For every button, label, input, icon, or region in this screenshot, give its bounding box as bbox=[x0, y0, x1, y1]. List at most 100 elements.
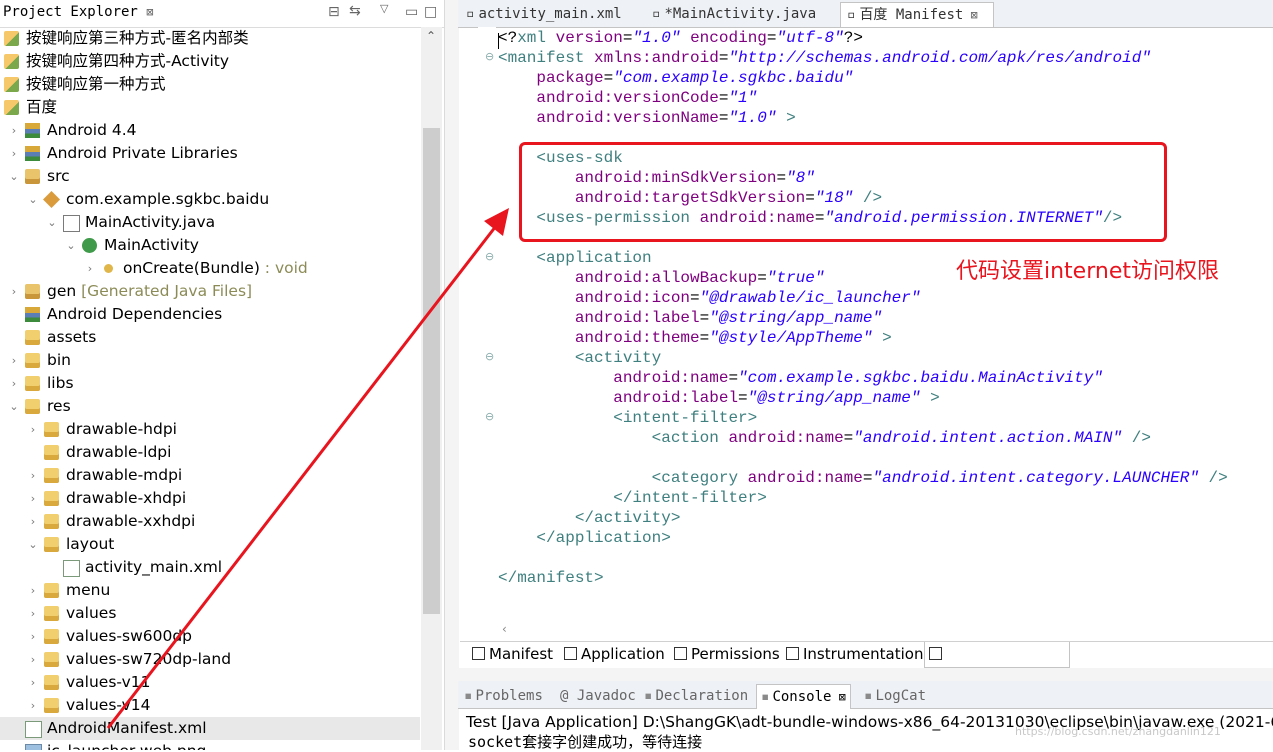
fold-icon[interactable]: ⊖ bbox=[485, 50, 494, 63]
collapsed-twisty-icon[interactable]: › bbox=[27, 487, 39, 510]
folder-icon bbox=[44, 698, 59, 713]
tree-item[interactable]: 百度 bbox=[0, 96, 420, 119]
expanded-twisty-icon[interactable]: ⌄ bbox=[65, 234, 77, 257]
tree-item[interactable]: › values-v14 bbox=[0, 694, 420, 717]
code-line: android:icon="@drawable/ic_launcher" bbox=[498, 288, 921, 308]
project-explorer-title[interactable]: Project Explorer ⊠ bbox=[3, 4, 154, 20]
tree-item[interactable]: › Android 4.4 bbox=[0, 119, 420, 142]
expanded-twisty-icon[interactable]: ⌄ bbox=[27, 533, 39, 556]
tree-item[interactable]: assets bbox=[0, 326, 420, 349]
console-tab[interactable]: ▪ Problems bbox=[464, 684, 543, 708]
tree-item[interactable]: drawable-ldpi bbox=[0, 441, 420, 464]
tree-item[interactable]: › values-sw720dp-land bbox=[0, 648, 420, 671]
manifest-tab[interactable]: AndroidManifest.xml bbox=[924, 642, 1083, 688]
tree-item[interactable]: ⌄ layout bbox=[0, 533, 420, 556]
tree-item-label: gen [Generated Java Files] bbox=[47, 282, 253, 300]
collapsed-twisty-icon[interactable]: › bbox=[8, 349, 20, 372]
close-icon[interactable]: ⊠ bbox=[963, 8, 978, 22]
editor-tab[interactable]: ▫ activity_main.xml bbox=[460, 2, 642, 26]
collapsed-twisty-icon[interactable]: › bbox=[8, 119, 20, 142]
tree-item[interactable]: › bin bbox=[0, 349, 420, 372]
collapsed-twisty-icon[interactable]: › bbox=[27, 418, 39, 441]
tree-item[interactable]: 按键响应第四种方式-Activity bbox=[0, 50, 420, 73]
tree-item-suffix: [Generated Java Files] bbox=[76, 282, 253, 300]
collapsed-twisty-icon[interactable]: › bbox=[27, 625, 39, 648]
fold-icon[interactable]: ⊖ bbox=[485, 410, 494, 423]
collapse-all-icon[interactable]: ⊟ bbox=[328, 4, 340, 20]
code-editor[interactable]: <?xml version="1.0" encoding="utf-8"?> <m… bbox=[498, 27, 1273, 622]
fold-icon[interactable]: ⊖ bbox=[485, 250, 494, 263]
maximize-icon[interactable]: □ bbox=[424, 4, 437, 20]
tree-item[interactable]: ⌄ src bbox=[0, 165, 420, 188]
code-token: = bbox=[718, 109, 729, 127]
code-token: encoding bbox=[690, 29, 767, 47]
tree-item[interactable]: › menu bbox=[0, 579, 420, 602]
manifest-tab[interactable]: Instrumentation bbox=[782, 642, 924, 667]
tree-item[interactable]: 按键响应第一种方式 bbox=[0, 73, 420, 96]
tree-item[interactable]: ic_launcher-web.png bbox=[0, 740, 420, 750]
tree-item[interactable]: › onCreate(Bundle) : void bbox=[0, 257, 420, 280]
tree-item[interactable]: › values-sw600dp bbox=[0, 625, 420, 648]
scroll-left-icon[interactable]: ‹ bbox=[502, 622, 507, 636]
collapsed-twisty-icon[interactable]: › bbox=[8, 142, 20, 165]
code-line: android:theme="@style/AppTheme" > bbox=[498, 328, 892, 348]
tree-item[interactable]: › values-v11 bbox=[0, 671, 420, 694]
tree-item[interactable]: › drawable-xxhdpi bbox=[0, 510, 420, 533]
collapsed-twisty-icon[interactable]: › bbox=[27, 648, 39, 671]
collapsed-twisty-icon[interactable]: › bbox=[27, 464, 39, 487]
minimize-icon[interactable]: ▭ bbox=[405, 4, 418, 20]
tree-item[interactable]: ⌄ MainActivity bbox=[0, 234, 420, 257]
manifest-tab-icon bbox=[472, 647, 485, 660]
tree-item-label: drawable-ldpi bbox=[66, 443, 172, 461]
console-tab[interactable]: ▪ Declaration bbox=[644, 684, 748, 708]
tree-item[interactable]: › libs bbox=[0, 372, 420, 395]
editor-tab[interactable]: ▫ *MainActivity.java bbox=[646, 2, 842, 26]
expanded-twisty-icon[interactable]: ⌄ bbox=[46, 211, 58, 234]
tree-item[interactable]: › values bbox=[0, 602, 420, 625]
editor-tab[interactable]: ▫ 百度 Manifest ⊠ bbox=[840, 2, 994, 27]
console-tab[interactable]: ▪ LogCat bbox=[864, 684, 926, 708]
panel-divider[interactable] bbox=[444, 0, 459, 750]
collapsed-twisty-icon[interactable]: › bbox=[8, 280, 20, 303]
editor-hscrollbar[interactable]: ‹ bbox=[478, 622, 1273, 640]
tree-item[interactable]: Android Dependencies bbox=[0, 303, 420, 326]
tree-item[interactable]: 按键响应第三种方式-匿名内部类 bbox=[0, 27, 420, 50]
expanded-twisty-icon[interactable]: ⌄ bbox=[27, 188, 39, 211]
expanded-twisty-icon[interactable]: ⌄ bbox=[8, 395, 20, 418]
tree-item[interactable]: › drawable-xhdpi bbox=[0, 487, 420, 510]
console-tab[interactable]: @ Javadoc bbox=[560, 684, 636, 708]
tree-item[interactable]: › Android Private Libraries bbox=[0, 142, 420, 165]
tree-item[interactable]: AndroidManifest.xml bbox=[0, 717, 420, 740]
console-tab[interactable]: ▪ Console ⊠ bbox=[756, 684, 851, 709]
collapsed-twisty-icon[interactable]: › bbox=[84, 257, 96, 280]
manifest-tab[interactable]: Permissions bbox=[670, 642, 786, 667]
collapsed-twisty-icon[interactable]: › bbox=[27, 602, 39, 625]
expanded-twisty-icon[interactable]: ⌄ bbox=[8, 165, 20, 188]
collapsed-twisty-icon[interactable]: › bbox=[27, 694, 39, 717]
collapsed-twisty-icon[interactable]: › bbox=[27, 510, 39, 533]
fold-icon[interactable]: ⊖ bbox=[485, 350, 494, 363]
manifest-tab[interactable]: Manifest bbox=[468, 642, 564, 667]
scroll-up-icon[interactable]: ⌃ bbox=[426, 29, 436, 43]
collapsed-twisty-icon[interactable]: › bbox=[27, 671, 39, 694]
tree-item[interactable]: ⌄ res bbox=[0, 395, 420, 418]
close-icon[interactable]: ⊠ bbox=[831, 690, 846, 704]
tree-item[interactable]: ⌄ com.example.sgkbc.baidu bbox=[0, 188, 420, 211]
collapsed-twisty-icon[interactable]: › bbox=[27, 579, 39, 602]
code-token: "com.example.sgkbc.baidu.MainActivity" bbox=[738, 369, 1103, 387]
collapsed-twisty-icon[interactable]: › bbox=[8, 372, 20, 395]
manifest-tab[interactable]: Application bbox=[560, 642, 674, 667]
tree-item[interactable]: › gen [Generated Java Files] bbox=[0, 280, 420, 303]
close-icon[interactable]: ⊠ bbox=[146, 5, 153, 19]
tree-item[interactable]: › drawable-mdpi bbox=[0, 464, 420, 487]
tree-item[interactable]: › drawable-hdpi bbox=[0, 418, 420, 441]
tree-item[interactable]: ⌄ MainActivity.java bbox=[0, 211, 420, 234]
tree-scrollbar-thumb[interactable] bbox=[423, 128, 440, 614]
view-menu-icon[interactable]: ▽ bbox=[380, 2, 388, 15]
tree-item[interactable]: activity_main.xml bbox=[0, 556, 420, 579]
code-token: > bbox=[882, 329, 892, 347]
link-with-editor-icon[interactable]: ⇆ bbox=[349, 3, 361, 19]
